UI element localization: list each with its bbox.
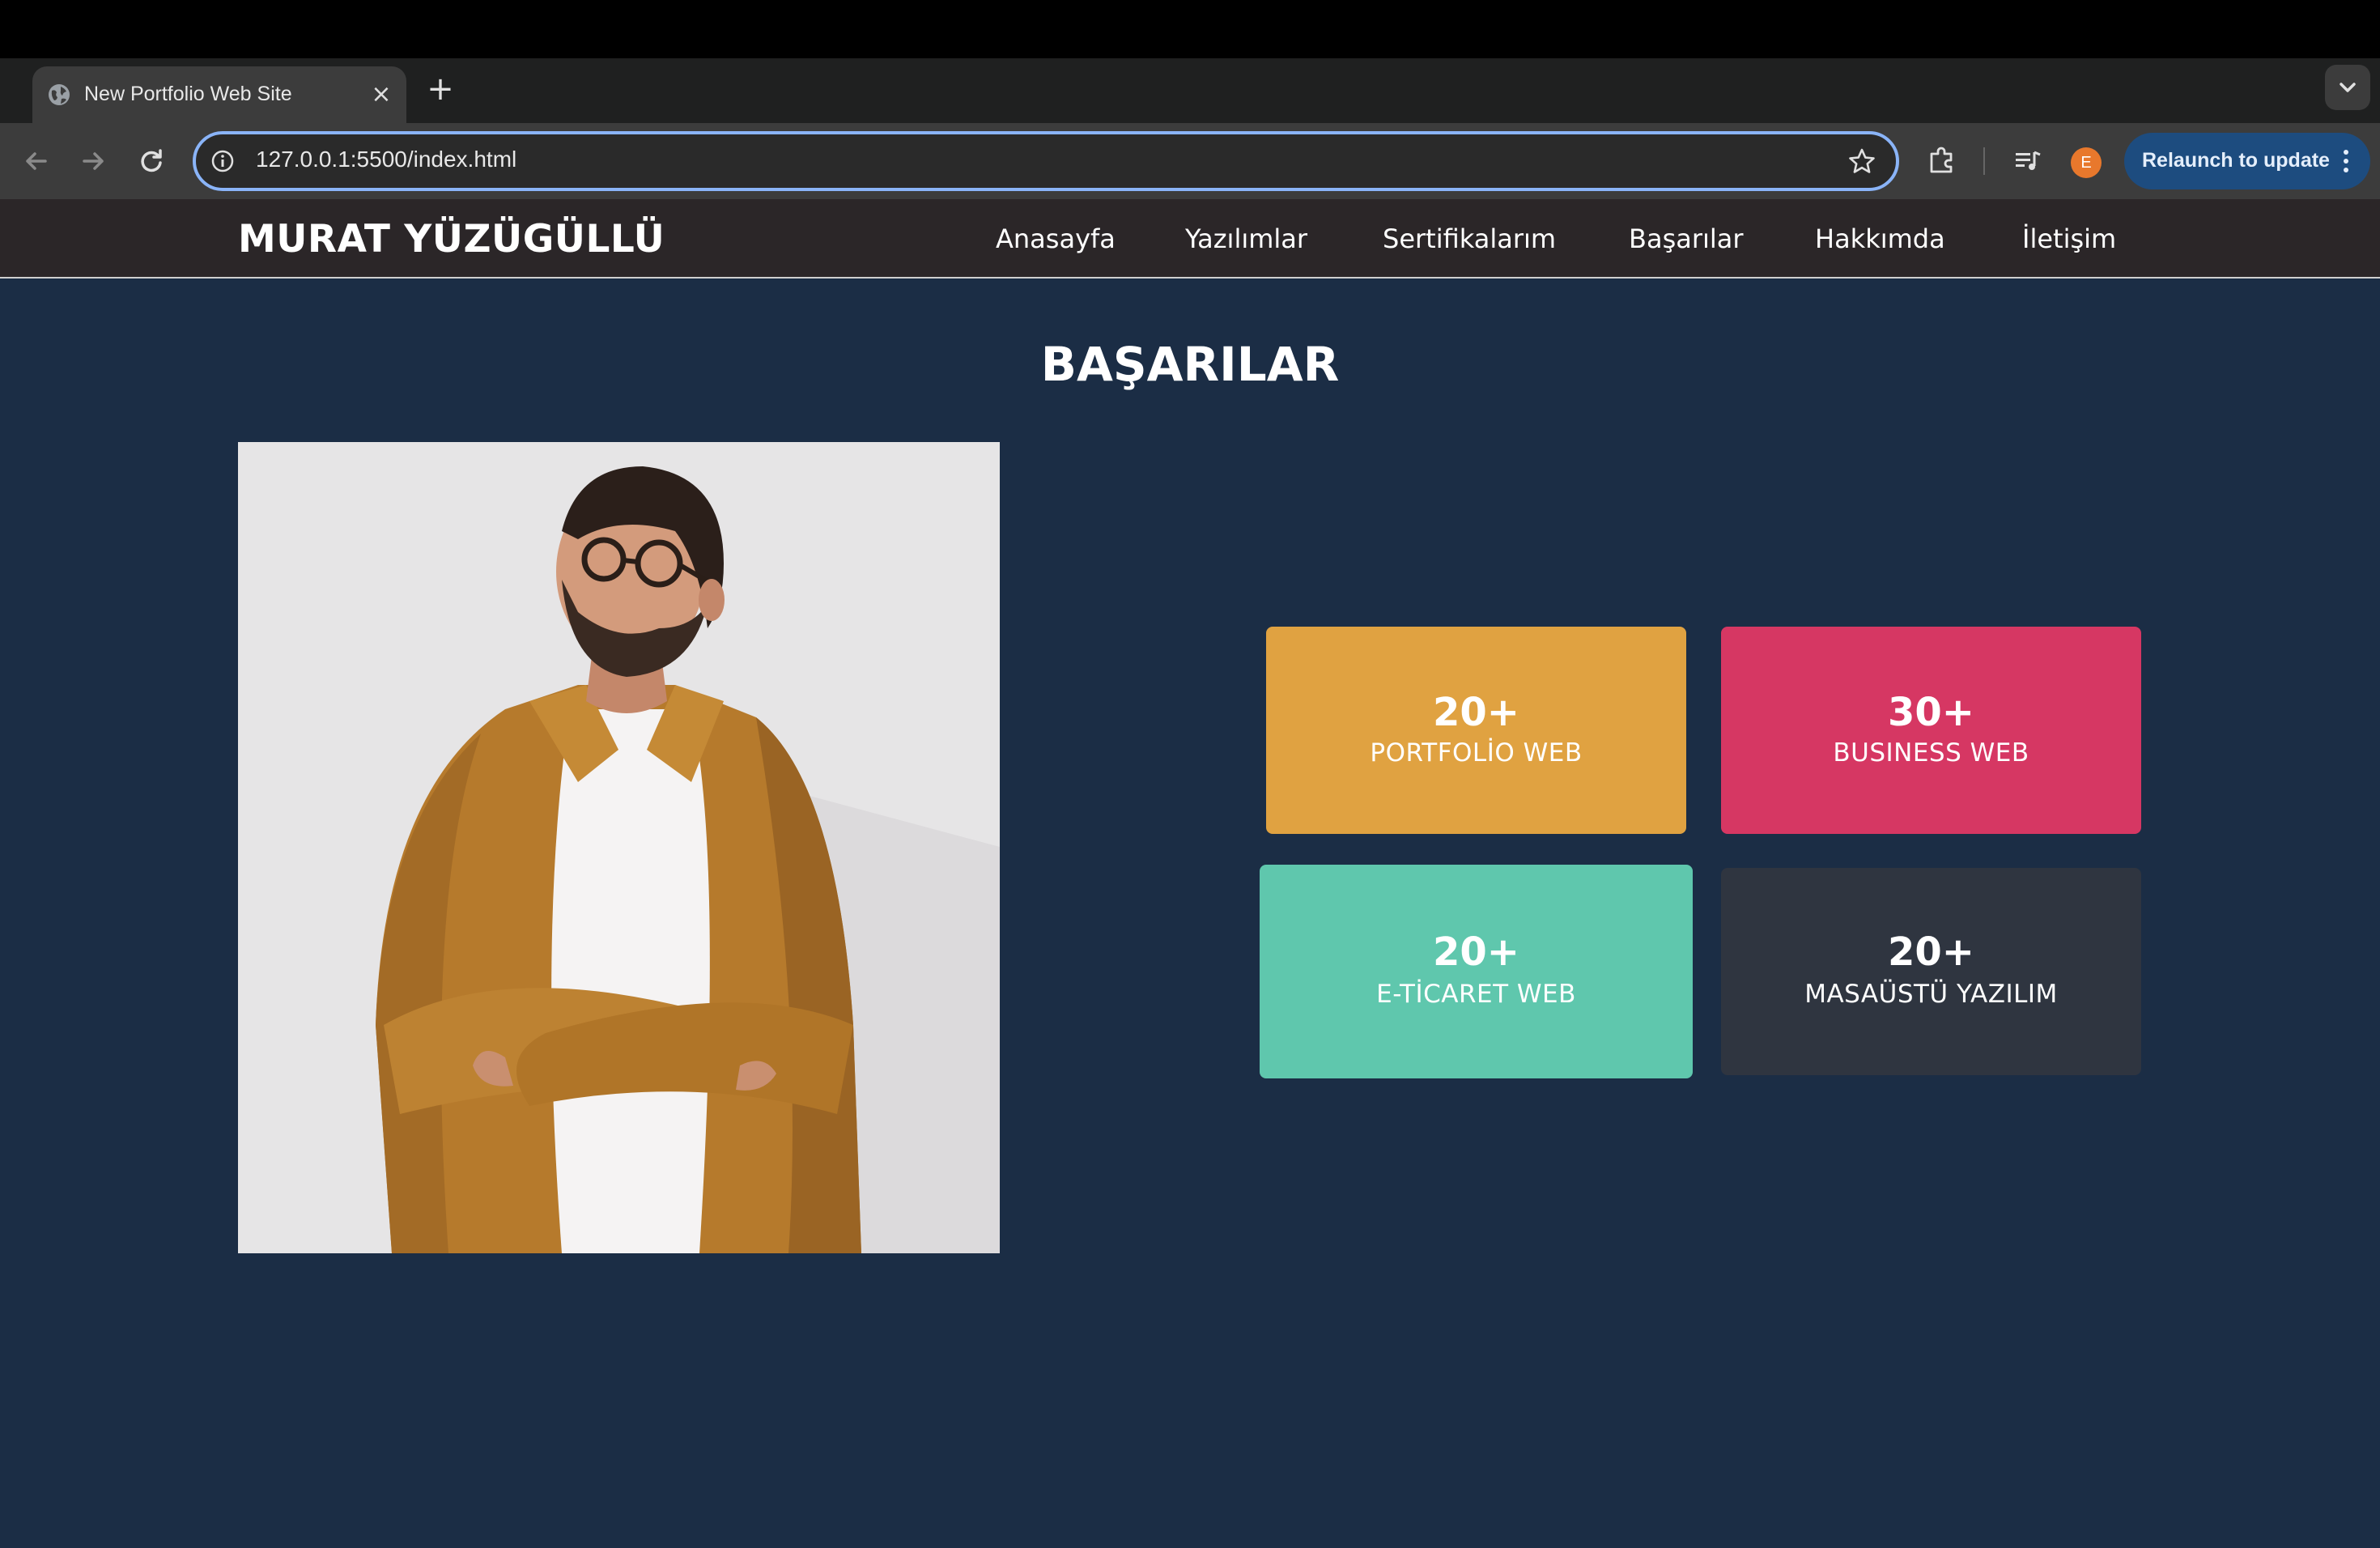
- star-icon[interactable]: [1846, 146, 1878, 178]
- stat-value: 20+: [1432, 690, 1519, 735]
- new-tab-button[interactable]: +: [424, 73, 457, 105]
- nav-link-yazilimlar[interactable]: Yazılımlar: [1185, 223, 1307, 254]
- stat-label: E-TİCARET WEB: [1376, 980, 1576, 1009]
- nav-link-hakkimda[interactable]: Hakkımda: [1815, 223, 1945, 254]
- nav-link-sertifikalarim[interactable]: Sertifikalarım: [1383, 223, 1556, 254]
- media-queue-icon[interactable]: [2009, 142, 2046, 180]
- nav-link-basarilar[interactable]: Başarılar: [1629, 223, 1744, 254]
- tab-title: New Portfolio Web Site: [84, 83, 292, 105]
- nav-link-anasayfa[interactable]: Anasayfa: [996, 223, 1116, 254]
- nav-link-iletisim[interactable]: İletişim: [2022, 223, 2116, 254]
- tab-search-button[interactable]: [2325, 65, 2370, 110]
- stat-card-eticaret: 20+ E-TİCARET WEB: [1260, 865, 1693, 1078]
- stat-value: 20+: [1887, 929, 1974, 975]
- stat-label: BUSINESS WEB: [1833, 738, 2029, 768]
- stat-card-business: 30+ BUSINESS WEB: [1721, 627, 2141, 834]
- stat-value: 30+: [1887, 690, 1974, 735]
- site-brand[interactable]: MURAT YÜZÜGÜLLÜ: [238, 217, 665, 262]
- kebab-menu-icon[interactable]: [2338, 146, 2354, 176]
- os-menu-bar: [0, 0, 2380, 58]
- browser-toolbar: 127.0.0.1:5500/index.html E Relaunch to …: [0, 123, 2380, 199]
- tab-strip: New Portfolio Web Site × +: [0, 58, 2380, 123]
- address-bar[interactable]: 127.0.0.1:5500/index.html: [193, 131, 1899, 191]
- profile-photo: [238, 442, 1000, 1253]
- chevron-down-icon: [2340, 83, 2356, 92]
- stat-label: PORTFOLİO WEB: [1370, 738, 1583, 768]
- relaunch-button[interactable]: Relaunch to update: [2124, 133, 2370, 189]
- arrow-right-icon[interactable]: [73, 141, 113, 181]
- globe-icon: [49, 84, 70, 105]
- stat-card-masaustu: 20+ MASAÜSTÜ YAZILIM: [1721, 868, 2141, 1075]
- reload-icon[interactable]: [131, 141, 172, 181]
- url-text[interactable]: 127.0.0.1:5500/index.html: [256, 147, 516, 172]
- info-icon[interactable]: [209, 147, 236, 175]
- stat-card-portfolio: 20+ PORTFOLİO WEB: [1266, 627, 1686, 834]
- tab-close-icon[interactable]: ×: [368, 81, 395, 108]
- section-title: BAŞARILAR: [1040, 337, 1340, 392]
- puzzle-icon[interactable]: [1923, 142, 1961, 180]
- profile-avatar[interactable]: E: [2071, 147, 2102, 178]
- site-navbar: MURAT YÜZÜGÜLLÜ Anasayfa Yazılımlar Sert…: [0, 199, 2380, 279]
- stat-value: 20+: [1432, 929, 1519, 975]
- stat-label: MASAÜSTÜ YAZILIM: [1804, 980, 2058, 1009]
- relaunch-label: Relaunch to update: [2142, 149, 2330, 172]
- arrow-left-icon[interactable]: [16, 141, 57, 181]
- page-viewport: MURAT YÜZÜGÜLLÜ Anasayfa Yazılımlar Sert…: [0, 199, 2380, 1548]
- tab-active[interactable]: New Portfolio Web Site ×: [32, 66, 406, 123]
- toolbar-divider: [1983, 147, 1985, 175]
